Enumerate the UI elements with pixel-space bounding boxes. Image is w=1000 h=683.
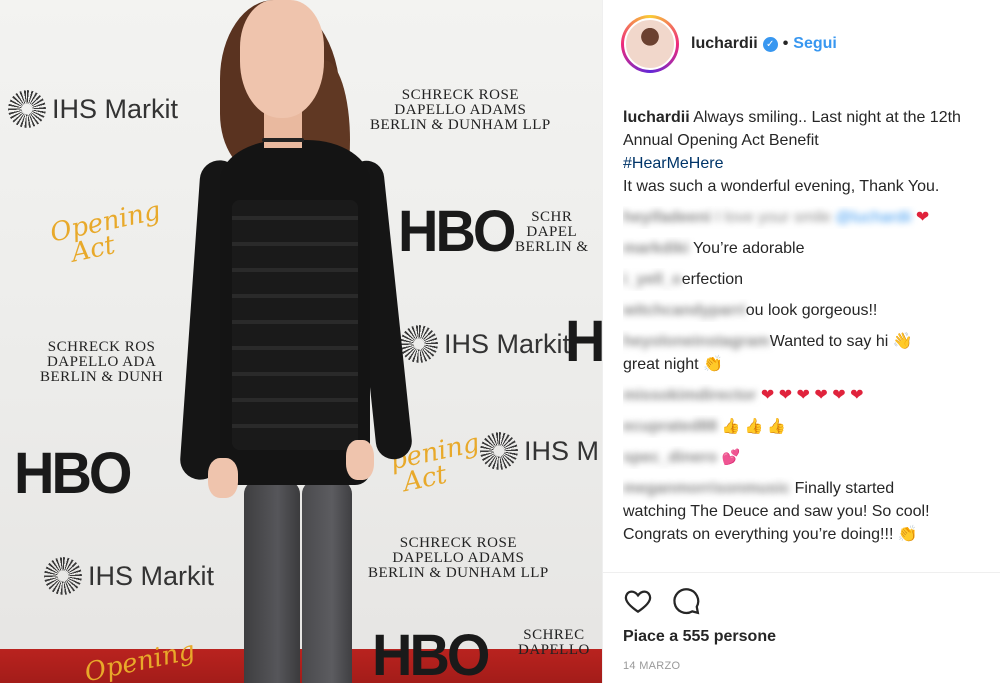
- comment-username[interactable]: markdiki: [623, 240, 689, 257]
- comment-username[interactable]: missokimdirector: [623, 387, 756, 404]
- hashtag-link[interactable]: #HearMeHere: [623, 155, 723, 172]
- ihs-burst-icon: [44, 557, 82, 595]
- comment-username[interactable]: heyoloneinstagram: [623, 333, 770, 350]
- schreck-rose-logo: SCHRECK ROS DAPELLO ADA BERLIN & DUNH: [40, 339, 164, 385]
- separator-dot: •: [782, 35, 789, 52]
- post-photo[interactable]: IHS Markit SCHRECK ROSE DAPELLO ADAMS BERL…: [0, 0, 602, 683]
- thumbs-up-emoji-icon: 👍 👍 👍: [721, 418, 787, 435]
- comment: heyoloneinstagramWanted to say hi 👋 grea…: [623, 330, 985, 376]
- username-link[interactable]: luchardii: [691, 35, 758, 53]
- face: [240, 0, 324, 118]
- post-details-panel: luchardii ✓ • Segui luchardii Always smi…: [602, 0, 1000, 683]
- comment-username[interactable]: spec_dinero: [623, 449, 717, 466]
- two-hearts-emoji-icon: 💕: [721, 449, 741, 466]
- woman-figure: [178, 0, 420, 683]
- comment: markdiki You’re adorable: [623, 237, 985, 260]
- comment-text-2: great night 👏: [623, 356, 723, 373]
- ihs-markit-logo: IHS M: [480, 432, 599, 470]
- comment-username[interactable]: witchcandyparri: [623, 302, 746, 319]
- comment: heyifadeeni I love your smile @luchardii…: [623, 206, 985, 229]
- ihs-burst-icon: [8, 90, 46, 128]
- comment-text-3: Congrats on everything you’re doing!!! 👏: [623, 526, 918, 543]
- comment-text: erfection: [681, 271, 744, 288]
- comment-username[interactable]: ecuprated88: [623, 418, 717, 435]
- comment: witchcandyparriou look gorgeous!!: [623, 299, 985, 322]
- post-date: 14 MARZO: [623, 660, 681, 672]
- mention-link[interactable]: @luchardii: [836, 209, 912, 226]
- comment-text: I love your smile: [715, 209, 832, 226]
- comment: spec_dinero 💕: [623, 446, 985, 469]
- comment-username[interactable]: meganmorrisonmusic: [623, 480, 790, 497]
- comment-text-2: watching The Deuce and saw you! So cool!: [623, 503, 930, 520]
- comment-text: ou look gorgeous!!: [745, 302, 878, 319]
- divider: [603, 572, 1000, 573]
- comment: i_yell_oerfection: [623, 268, 985, 291]
- ihs-markit-logo: IHS Markit: [8, 90, 178, 128]
- comment-username[interactable]: heyifadeeni: [623, 209, 711, 226]
- likes-count[interactable]: Piace a 555 persone: [623, 628, 776, 646]
- comment: ecuprated88 👍 👍 👍: [623, 415, 985, 438]
- avatar[interactable]: [621, 15, 679, 73]
- comment-text: Wanted to say hi 👋: [769, 333, 913, 350]
- post-header: luchardii ✓ • Segui: [603, 0, 1000, 88]
- caption: luchardii Always smiling.. Last night at…: [623, 106, 985, 198]
- verified-badge-icon: ✓: [762, 36, 778, 52]
- ihs-markit-logo: IHS Markit: [400, 325, 570, 363]
- comment: meganmorrisonmusic Finally started watch…: [623, 477, 985, 546]
- comment-text: You’re adorable: [692, 240, 805, 257]
- heart-emoji-icon: ❤: [915, 209, 930, 226]
- opening-act-logo: Opening Act: [47, 195, 164, 273]
- caption-text-2: It was such a wonderful evening, Thank Y…: [623, 178, 940, 195]
- instagram-post: IHS Markit SCHRECK ROSE DAPELLO ADAMS BERL…: [0, 0, 1000, 683]
- follow-button[interactable]: Segui: [793, 35, 837, 53]
- schreck-rose-logo: SCHREC DAPELLO: [518, 627, 590, 658]
- speech-bubble-icon[interactable]: [671, 586, 701, 616]
- caption-username[interactable]: luchardii: [623, 109, 690, 126]
- comment-username[interactable]: i_yell_o: [623, 271, 682, 288]
- hbo-logo: H: [565, 307, 602, 374]
- hbo-logo: HBO: [14, 439, 132, 506]
- post-actions: [623, 586, 701, 616]
- comment-text: Finally started: [794, 480, 895, 497]
- comments-list: luchardii Always smiling.. Last night at…: [623, 106, 985, 546]
- heart-emoji-icon: ❤ ❤ ❤ ❤ ❤ ❤: [760, 387, 864, 404]
- ihs-burst-icon: [480, 432, 518, 470]
- heart-outline-icon[interactable]: [623, 586, 653, 616]
- comment: missokimdirector ❤ ❤ ❤ ❤ ❤ ❤: [623, 384, 985, 407]
- schreck-rose-logo: SCHR DAPEL BERLIN &: [515, 209, 589, 255]
